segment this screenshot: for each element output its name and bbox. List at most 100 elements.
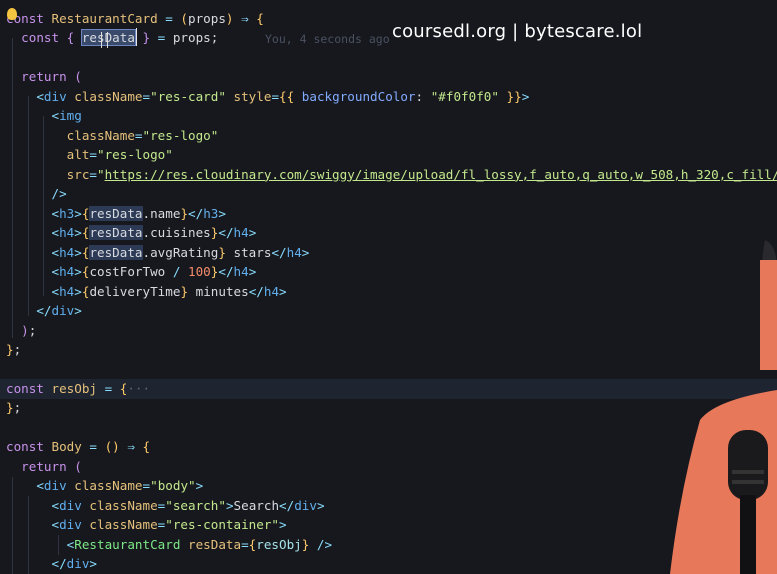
code-line[interactable]: <div className="res-container"> bbox=[6, 515, 286, 535]
code-line[interactable]: <h4>{resData.cuisines}</h4> bbox=[6, 223, 256, 243]
code-line[interactable]: return ( bbox=[6, 457, 82, 477]
code-token: resData bbox=[80, 29, 136, 47]
code-token: = bbox=[89, 147, 97, 163]
ibeam-cursor-icon bbox=[101, 32, 108, 48]
code-token: "res-logo" bbox=[142, 127, 219, 143]
code-token: props; bbox=[172, 30, 219, 46]
code-line[interactable]: <div className="search">Search</div> bbox=[6, 496, 324, 516]
code-token: ⇒ bbox=[119, 439, 143, 455]
watermark-text: coursedl.org | bytescare.lol bbox=[392, 21, 643, 42]
code-line[interactable]: <img bbox=[6, 106, 81, 126]
code-token: props bbox=[188, 11, 226, 26]
code-token: className bbox=[89, 497, 158, 513]
code-token: ( bbox=[180, 11, 188, 26]
code-token: style bbox=[225, 88, 272, 104]
code-token: : bbox=[415, 88, 431, 104]
code-line[interactable]: }; bbox=[6, 340, 21, 360]
code-line[interactable]: </div> bbox=[6, 301, 82, 321]
code-token: > bbox=[301, 244, 310, 260]
code-line[interactable]: return ( bbox=[6, 67, 82, 87]
code-token: = bbox=[81, 439, 105, 455]
code-token: () bbox=[104, 439, 120, 455]
code-token: > bbox=[248, 225, 257, 241]
code-token: < bbox=[6, 264, 60, 280]
code-line[interactable]: <div className="res-card" style={{ backg… bbox=[6, 87, 529, 107]
code-token: .cuisines bbox=[142, 225, 211, 241]
code-token: className bbox=[89, 517, 158, 533]
code-token: h4 bbox=[59, 225, 75, 241]
code-token: ) bbox=[225, 11, 234, 26]
code-line[interactable]: ); bbox=[6, 321, 36, 341]
code-token: < bbox=[6, 244, 60, 260]
code-token: .avgRating bbox=[142, 244, 219, 260]
code-token: } bbox=[134, 30, 151, 46]
code-line[interactable]: const resObj = {··· bbox=[6, 379, 150, 399]
code-line[interactable]: <div className="body"> bbox=[6, 476, 203, 496]
code-token: className bbox=[6, 127, 135, 143]
code-token: .name bbox=[142, 205, 181, 221]
code-token: > bbox=[74, 225, 82, 241]
code-token: { bbox=[142, 439, 151, 455]
code-token: < bbox=[6, 517, 60, 533]
code-token: div bbox=[51, 303, 75, 319]
git-blame-annotation: You, 4 seconds ago bbox=[265, 32, 390, 46]
code-token: div bbox=[43, 88, 75, 104]
code-token: < bbox=[6, 283, 60, 299]
code-line[interactable]: alt="res-logo" bbox=[6, 145, 173, 165]
lightbulb-icon[interactable] bbox=[7, 8, 17, 20]
code-editor[interactable]: const RestaurantCard = (props) ⇒ { const… bbox=[0, 0, 777, 574]
code-token: costForTwo bbox=[89, 264, 166, 280]
code-token: > bbox=[521, 88, 530, 104]
code-token: /> bbox=[6, 186, 67, 202]
code-token: > bbox=[195, 478, 204, 494]
code-token: div bbox=[59, 497, 90, 513]
code-line[interactable]: /> bbox=[6, 184, 67, 204]
code-token: "res-container" bbox=[165, 517, 279, 533]
code-token: " bbox=[97, 166, 105, 182]
code-token: const bbox=[6, 439, 52, 455]
code-token: Search bbox=[233, 497, 280, 513]
code-token: className bbox=[74, 88, 143, 104]
code-token: } bbox=[180, 283, 189, 299]
code-token: ; bbox=[28, 322, 37, 338]
code-line[interactable]: const Body = () ⇒ { bbox=[6, 437, 150, 457]
code-token: } bbox=[218, 244, 226, 260]
code-line[interactable]: className="res-logo" bbox=[6, 126, 219, 146]
code-token: Body bbox=[51, 439, 82, 455]
code-token: < bbox=[6, 205, 60, 221]
code-token: h4 bbox=[286, 244, 302, 260]
code-token: ) bbox=[6, 322, 29, 338]
code-token: RestaurantCard bbox=[51, 11, 158, 26]
code-token: > bbox=[74, 283, 82, 299]
code-token: > bbox=[74, 205, 82, 221]
code-token: resObj bbox=[51, 380, 98, 396]
code-token: const bbox=[6, 380, 52, 396]
code-line[interactable]: const RestaurantCard = (props) ⇒ { bbox=[6, 9, 264, 29]
code-line[interactable]: src="https://res.cloudinary.com/swiggy/i… bbox=[6, 165, 777, 185]
code-token: h3 bbox=[59, 205, 75, 221]
code-token: div bbox=[294, 497, 317, 513]
code-token: > bbox=[225, 497, 234, 513]
code-token: const bbox=[6, 30, 67, 46]
code-token: > bbox=[74, 244, 82, 260]
code-line[interactable]: </div> bbox=[6, 554, 97, 574]
code-token: = bbox=[142, 88, 151, 104]
code-token: div bbox=[66, 556, 90, 572]
code-line[interactable]: <h3>{resData.name}</h3> bbox=[6, 204, 226, 224]
code-line[interactable]: const { resData } = props; bbox=[6, 28, 218, 48]
code-token: ( bbox=[74, 458, 82, 474]
code-line[interactable]: <h4>{costForTwo / 100}</h4> bbox=[6, 262, 256, 282]
code-line[interactable]: }; bbox=[6, 398, 21, 418]
code-token: < bbox=[6, 88, 44, 104]
code-token: ··· bbox=[127, 380, 151, 396]
code-token: < bbox=[6, 225, 60, 241]
code-token: > bbox=[248, 264, 257, 280]
code-line[interactable]: <h4>{resData.avgRating} stars</h4> bbox=[6, 243, 309, 263]
code-line[interactable]: <h4>{deliveryTime} minutes</h4> bbox=[6, 282, 286, 302]
code-token: h4 bbox=[233, 225, 249, 241]
code-line[interactable]: <RestaurantCard resData={resObj} /> bbox=[6, 535, 332, 555]
code-token: {{ bbox=[279, 88, 295, 104]
code-token: </ bbox=[248, 283, 264, 299]
code-token: https://res.cloudinary.com/swiggy/image/… bbox=[104, 166, 777, 182]
code-token: ; bbox=[13, 400, 22, 416]
